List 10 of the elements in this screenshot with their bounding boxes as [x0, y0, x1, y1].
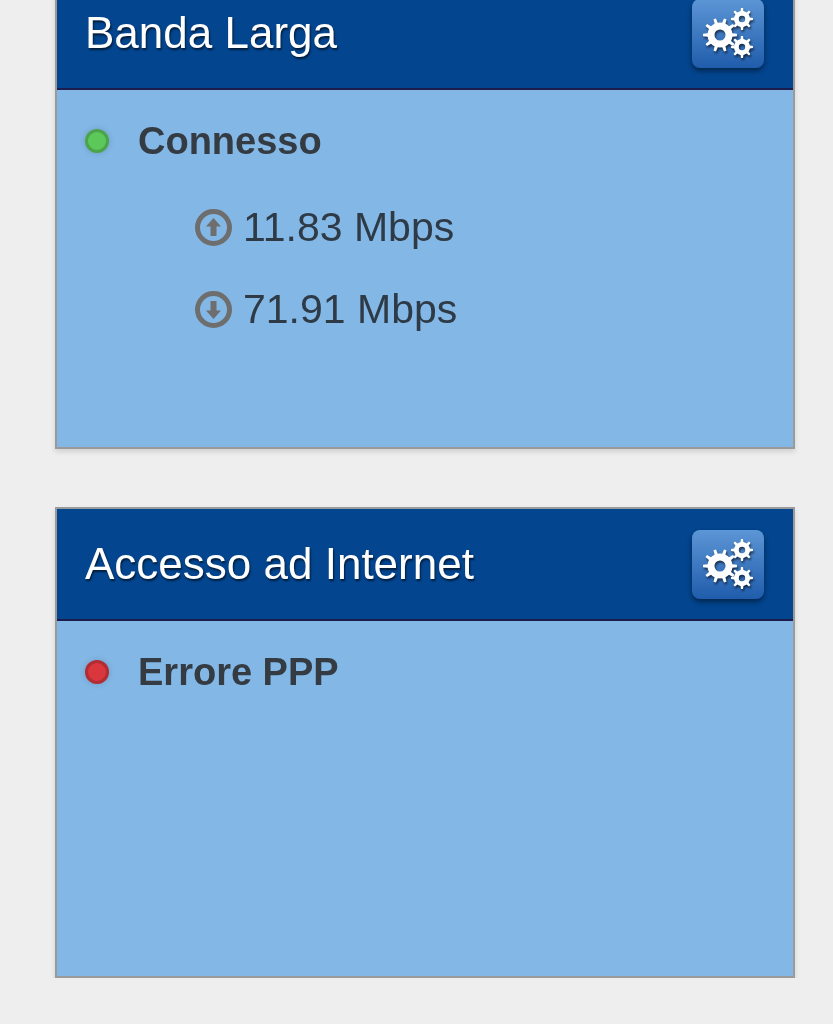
settings-button[interactable]: [692, 0, 764, 68]
status-label: Connesso: [138, 119, 322, 163]
gears-icon: [702, 538, 754, 590]
gears-icon: [702, 7, 754, 59]
speed-value: 11.83 Mbps: [243, 203, 455, 251]
panel-title: Accesso ad Internet: [85, 539, 474, 589]
speed-value: 71.91 Mbps: [243, 285, 458, 333]
panel-title: Banda Larga: [85, 8, 337, 58]
settings-button[interactable]: [692, 529, 764, 599]
status-label: Errore PPP: [138, 650, 339, 694]
